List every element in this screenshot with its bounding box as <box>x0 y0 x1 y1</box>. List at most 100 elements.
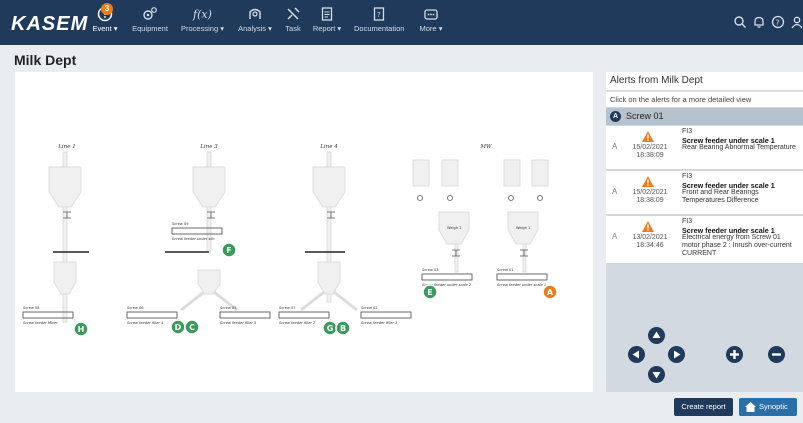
pan-right-button[interactable] <box>668 346 685 363</box>
line-label: Line 3 <box>199 144 218 150</box>
valve <box>452 249 460 257</box>
sifter <box>531 159 549 187</box>
analysis-icon <box>249 8 261 19</box>
pan-down-button[interactable] <box>648 366 665 383</box>
marker-b[interactable]: B <box>335 320 351 336</box>
nav-equipment[interactable]: Equipment <box>130 4 170 42</box>
alert-level: A <box>612 232 618 241</box>
alert-group-header[interactable]: A Screw 01 <box>606 108 803 125</box>
hopper <box>197 269 221 295</box>
screw-caption: Screw feeder filler 3 <box>220 321 257 325</box>
help-icon[interactable]: ? <box>771 15 785 29</box>
hopper <box>53 261 77 295</box>
screw-caption: Screw feeder filler 2 <box>279 321 316 325</box>
nav-task-label: Task <box>285 24 301 33</box>
screw-caption: Screw feeder filler 1 <box>361 321 397 325</box>
hopper <box>317 261 341 295</box>
alert-description: Front and Rear Bearings Temperatures Dif… <box>682 189 759 204</box>
bell-icon[interactable] <box>752 15 766 29</box>
nav-task[interactable]: Task <box>283 4 303 42</box>
screw-conveyor <box>219 311 271 319</box>
nav-documentation[interactable]: ? Documentation <box>354 4 404 42</box>
nav-report[interactable]: Report ▾ <box>312 4 342 42</box>
svg-text:A: A <box>547 288 554 297</box>
silo <box>312 166 346 208</box>
gears-icon <box>143 7 157 20</box>
valve <box>520 249 528 257</box>
screw-label: Screw 07 <box>279 306 296 310</box>
alert-description: Electrical energy from Screw 01 motor ph… <box>682 234 792 257</box>
marker-d[interactable]: D <box>170 319 186 335</box>
marker-c[interactable]: C <box>184 319 200 335</box>
pan-up-button[interactable] <box>648 327 665 344</box>
svg-text:?: ? <box>776 19 780 28</box>
rotary-valve <box>447 195 453 201</box>
alert-code: FI3 <box>682 218 693 225</box>
svg-text:G: G <box>327 324 334 333</box>
marker-a[interactable]: A <box>542 284 558 300</box>
nav-documentation-label: Documentation <box>354 24 405 33</box>
zoom-out-button[interactable] <box>768 346 785 363</box>
screw-label: Screw 03 <box>422 268 439 272</box>
alert-time: 18:34:46 <box>636 242 664 249</box>
search-icon[interactable] <box>733 15 747 29</box>
nav-event-label: Event <box>92 24 112 33</box>
event-count-badge: 3 <box>101 3 113 15</box>
marker-e[interactable]: E <box>422 284 438 300</box>
alert-level: A <box>612 187 618 196</box>
alert-date: 13/02/2021 <box>632 234 668 241</box>
more-icon <box>424 9 438 20</box>
line-label: Line 4 <box>319 144 338 150</box>
synoptic-button[interactable]: Synoptic <box>739 398 797 416</box>
scale-label: Weigh 2 <box>447 226 462 230</box>
function-icon: f(x) <box>192 8 212 21</box>
marker-h[interactable]: H <box>73 321 89 337</box>
alert-item[interactable]: A 15/02/2021 18:38:09 FI3 Screw feeder un… <box>606 171 803 215</box>
plus-icon <box>730 350 739 359</box>
arrow-right-icon <box>674 350 681 359</box>
line-label: MW <box>479 144 493 150</box>
sifter <box>503 159 521 187</box>
create-report-button[interactable]: Create report <box>674 398 733 416</box>
report-icon <box>321 7 333 21</box>
user-icon[interactable] <box>790 15 803 29</box>
zoom-in-button[interactable] <box>726 346 743 363</box>
alerts-panel-title: Alerts from Milk Dept <box>606 72 803 90</box>
silo <box>192 166 226 208</box>
alert-time: 18:38:09 <box>636 152 664 159</box>
screw-caption: Screw feeder under scale 1 <box>497 283 546 287</box>
alert-date: 15/02/2021 <box>632 189 668 196</box>
pan-left-button[interactable] <box>628 346 645 363</box>
screw-label: Screw 08 <box>23 306 40 310</box>
warning-icon <box>642 176 654 187</box>
alert-item[interactable]: A 13/02/2021 18:34:46 FI3 Screw feeder un… <box>606 216 803 264</box>
synoptic-diagram: Line 1 Line 3 Line 4 MW Screw 08 Screw f… <box>22 144 558 337</box>
tools-icon <box>287 7 300 20</box>
nav-more-label: More <box>419 24 437 33</box>
alerts-panel-hint: Click on the alerts for a more detailed … <box>606 91 803 107</box>
svg-text:f(x): f(x) <box>192 8 212 21</box>
svg-text:H: H <box>78 325 85 334</box>
nav-processing-label: Processing <box>181 24 219 33</box>
nav-analysis[interactable]: Analysis ▾ <box>235 4 275 42</box>
group-letter-badge: A <box>610 111 621 122</box>
alert-date: 15/02/2021 <box>632 144 668 151</box>
screw-conveyor <box>421 273 473 281</box>
nav-processing[interactable]: f(x) Processing ▾ <box>180 4 225 42</box>
documentation-icon: ? <box>373 7 385 21</box>
marker-g[interactable]: G <box>322 320 338 336</box>
screw-conveyor <box>171 227 223 235</box>
alert-item[interactable]: A 15/02/2021 18:38:09 FI3 Screw feeder un… <box>606 126 803 170</box>
marker-f[interactable]: F <box>221 242 237 258</box>
nav-more[interactable]: More ▾ <box>418 4 444 42</box>
home-icon <box>745 402 756 412</box>
arrow-left-icon <box>632 350 639 359</box>
warning-icon <box>642 221 654 232</box>
nav-event[interactable]: 3 Event ▾ <box>88 3 122 42</box>
app-logo[interactable]: KASEM <box>11 13 88 36</box>
synoptic-button-label: Synoptic <box>759 402 788 411</box>
screw-label: Screw 05 <box>220 306 237 310</box>
svg-text:E: E <box>427 288 432 297</box>
rotary-valve <box>508 195 514 201</box>
synoptic-view: Line 1 Line 3 Line 4 MW Screw 08 Screw f… <box>15 72 593 392</box>
